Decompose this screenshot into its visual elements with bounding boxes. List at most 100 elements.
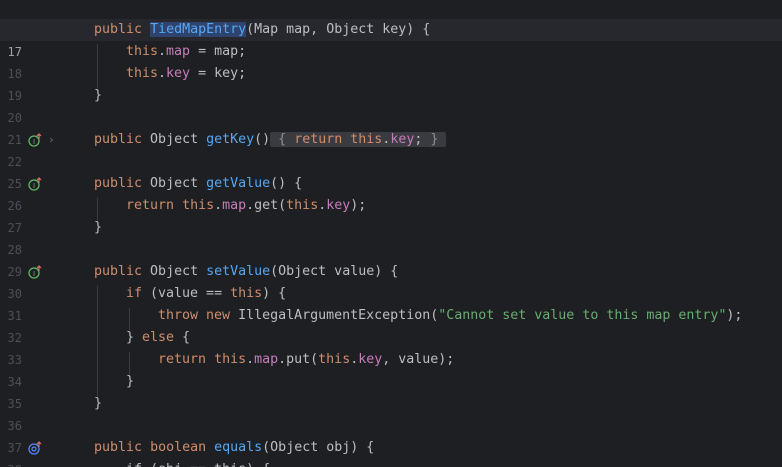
code-line[interactable]: 35 }	[0, 371, 782, 411]
code-line[interactable]: 22 I › public Object getKey() { return t…	[0, 129, 782, 169]
code-text: public TiedMapEntry(Map map, Object key)…	[94, 19, 430, 41]
code-line[interactable]: 37	[0, 415, 782, 455]
code-text: if (value == this) {	[126, 283, 286, 305]
code-text: }	[94, 85, 102, 107]
code-line[interactable]: 28 }	[0, 217, 782, 257]
keyword: return	[158, 352, 207, 367]
implements-method-icon[interactable]: I	[28, 177, 42, 191]
code-line[interactable]: 25	[0, 151, 782, 191]
code-line[interactable]: 38 public boolean equals(Object obj) {	[0, 437, 782, 467]
code-token: (Object obj) {	[262, 440, 375, 455]
code-text: public Object getValue() {	[94, 173, 302, 195]
constructor-name: TiedMapEntry	[150, 22, 247, 37]
field: key	[326, 198, 351, 213]
keyword: public	[94, 264, 143, 279]
svg-text:I: I	[33, 182, 35, 190]
code-token: (Object value) {	[270, 264, 399, 279]
code-token: }	[94, 396, 103, 411]
keyword: return	[126, 198, 175, 213]
field: key	[358, 352, 383, 367]
code-text: }	[126, 371, 134, 393]
field: map	[166, 44, 191, 59]
code-token: }	[94, 88, 103, 103]
code-line-partial[interactable]: if (obj == this) {	[0, 459, 782, 467]
code-line[interactable]: 31 if (value == this) {	[0, 283, 782, 323]
code-text: return this.map.get(this.key);	[126, 198, 367, 213]
fold-chevron-icon[interactable]: ›	[48, 129, 55, 151]
code-line[interactable]: 19 this.key = key;	[0, 63, 782, 103]
code-token: {	[174, 330, 191, 345]
keyword: public	[94, 176, 143, 191]
field: map	[254, 352, 279, 367]
keyword: this	[350, 132, 383, 147]
code-token: , value);	[382, 352, 455, 367]
svg-text:I: I	[33, 270, 35, 278]
method-name: getKey	[206, 132, 255, 147]
code-line[interactable]: 20 }	[0, 85, 782, 125]
code-token: (Map map, Object key) {	[246, 22, 431, 37]
code-text: }	[94, 217, 102, 239]
string-literal: "Cannot set value to this map entry"	[438, 308, 727, 323]
code-line[interactable]: 21	[0, 107, 782, 147]
code-text: this.map = map;	[126, 44, 247, 59]
code-token: .get(	[246, 198, 287, 213]
overrides-method-icon[interactable]	[28, 441, 42, 455]
code-line[interactable]: 30 I public Object setValue(Object value…	[0, 261, 782, 301]
code-text: public Object getKey() { return this.key…	[94, 129, 447, 151]
keyword: this	[230, 286, 263, 301]
code-token: ;	[414, 132, 423, 147]
keyword: boolean	[150, 440, 207, 455]
keyword: if	[126, 286, 143, 301]
code-text: public Object setValue(Object value) {	[94, 261, 398, 283]
code-line[interactable]: 34 return this.map.put(this.key, value);	[0, 349, 782, 389]
code-token: = map;	[190, 44, 247, 59]
code-line[interactable]: 16	[0, 0, 782, 37]
code-token: }	[94, 220, 103, 235]
code-line[interactable]: 29	[0, 239, 782, 279]
keyword: public	[94, 132, 143, 147]
keyword: else	[142, 330, 175, 345]
code-token: = key;	[190, 66, 247, 81]
svg-text:I: I	[33, 138, 35, 146]
code-line[interactable]: 32 throw new IllegalArgumentException("C…	[0, 305, 782, 345]
code-token: .put(	[278, 352, 319, 367]
implements-method-icon[interactable]: I	[28, 265, 42, 279]
keyword: new	[206, 308, 231, 323]
code-token: }	[430, 132, 439, 147]
code-line[interactable]: 27 return this.map.get(this.key);	[0, 195, 782, 235]
code-line[interactable]: 26 I public Object getValue() {	[0, 173, 782, 213]
field: key	[166, 66, 191, 81]
keyword: public	[94, 22, 143, 37]
code-text: }	[94, 393, 102, 415]
implements-method-icon[interactable]: I	[28, 133, 42, 147]
code-token: }	[126, 374, 135, 389]
keyword: this	[126, 44, 159, 59]
code-token: {	[278, 132, 287, 147]
field: key	[390, 132, 415, 147]
code-token: ()	[254, 132, 271, 147]
keyword: this	[286, 198, 319, 213]
code-token: Object	[142, 264, 207, 279]
code-text: } else {	[126, 327, 190, 349]
code-token: );	[726, 308, 743, 323]
field: map	[222, 198, 247, 213]
keyword: throw	[158, 308, 199, 323]
keyword: this	[126, 66, 159, 81]
folded-region[interactable]: { return this.key; }	[270, 132, 447, 147]
code-editor[interactable]: 16 17 public TiedMapEntry(Map map, Objec…	[0, 0, 782, 467]
code-text: this.key = key;	[126, 66, 247, 81]
code-token: ) {	[262, 286, 287, 301]
code-token: Object	[142, 132, 207, 147]
code-text: return this.map.put(this.key, value);	[158, 352, 455, 367]
method-name: equals	[214, 440, 263, 455]
code-line[interactable]: 33 } else {	[0, 327, 782, 367]
code-line-current[interactable]: 17 public TiedMapEntry(Map map, Object k…	[0, 19, 782, 59]
code-token: );	[350, 198, 367, 213]
keyword: return	[294, 132, 343, 147]
code-text: if (obj == this) {	[126, 459, 270, 467]
code-token: (value ==	[142, 286, 231, 301]
code-line[interactable]: 18 this.map = map;	[0, 41, 782, 81]
method-name: getValue	[206, 176, 271, 191]
code-line[interactable]: 36 }	[0, 393, 782, 433]
keyword: public	[94, 440, 143, 455]
